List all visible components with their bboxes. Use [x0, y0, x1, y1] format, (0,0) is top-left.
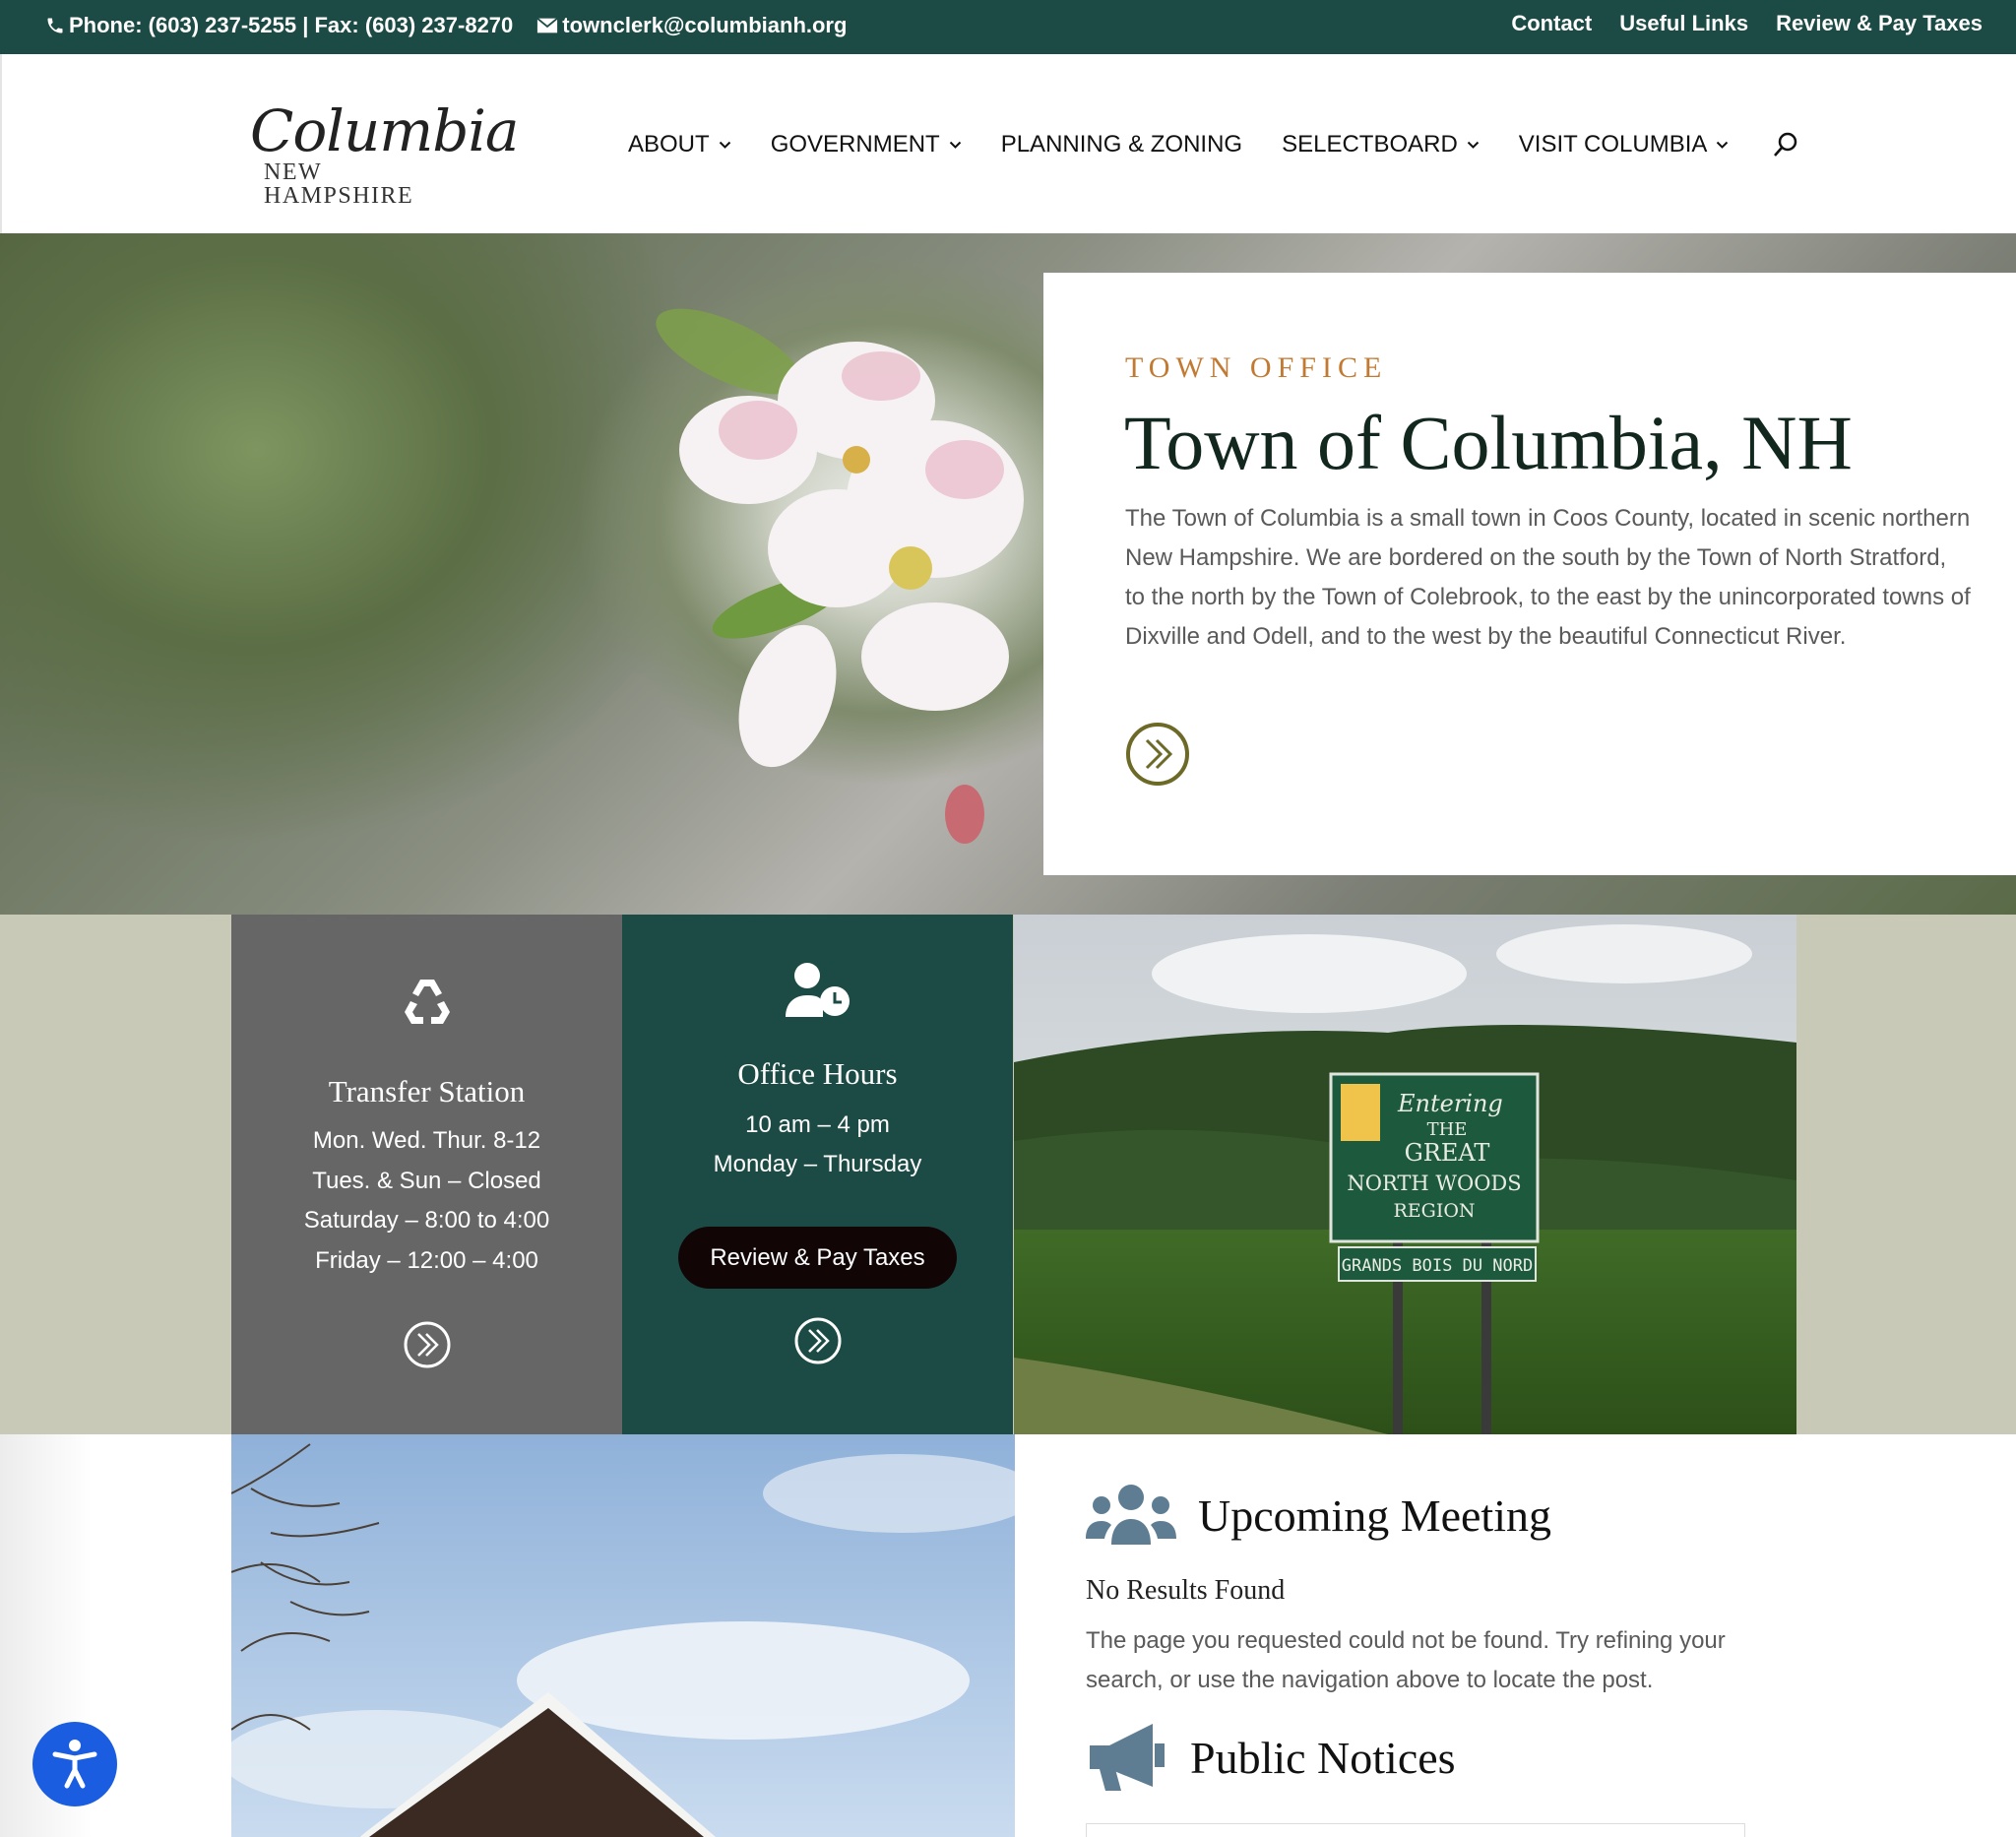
utility-links: Contact Useful Links Review & Pay Taxes [1511, 11, 1983, 36]
contact-link[interactable]: Contact [1511, 11, 1592, 36]
review-pay-taxes-link[interactable]: Review & Pay Taxes [1776, 11, 1983, 36]
top-bar: Phone: (603) 237-5255 | Fax: (603) 237-8… [0, 0, 2016, 54]
transfer-line-2: Tues. & Sun – Closed [312, 1168, 541, 1194]
public-notices-heading: Public Notices [1086, 1720, 1456, 1795]
nav-government[interactable]: GOVERNMENT [771, 131, 962, 158]
transfer-line-3: Saturday – 8:00 to 4:00 [303, 1207, 550, 1234]
north-woods-sign-photo: Entering THE GREAT NORTH WOODS REGION GR… [1014, 915, 1796, 1434]
upcoming-meeting-heading: Upcoming Meeting [1086, 1484, 1551, 1547]
phone-fax-text: Phone: (603) 237-5255 | Fax: (603) 237-8… [69, 13, 514, 37]
logo-script: Columbia [250, 97, 519, 164]
no-results-heading: No Results Found [1086, 1575, 1286, 1606]
site-header: Columbia NEW HAMPSHIRE ABOUT GOVERNMENT … [0, 54, 2016, 233]
hours-line-1: 10 am – 4 pm [745, 1111, 890, 1138]
office-hours-tile: Office Hours 10 am – 4 pm Monday – Thurs… [622, 915, 1013, 1434]
page-title: Town of Columbia, NH [1124, 400, 1853, 485]
north-woods-sign-image: Entering THE GREAT NORTH WOODS REGION GR… [1014, 915, 1796, 1434]
nav-planning-zoning[interactable]: PLANNING & ZONING [1001, 131, 1242, 158]
nav-about[interactable]: ABOUT [628, 131, 731, 158]
phone-icon [47, 18, 63, 33]
info-band: Transfer Station Mon. Wed. Thur. 8-12 Tu… [0, 915, 2016, 1434]
town-office-card: TOWN OFFICE Town of Columbia, NH The Tow… [1043, 273, 2016, 875]
chevron-down-icon [1467, 141, 1480, 149]
review-pay-taxes-button[interactable]: Review & Pay Taxes [678, 1227, 957, 1289]
double-chevron-circle-icon[interactable] [403, 1320, 452, 1369]
hero-section: TOWN OFFICE Town of Columbia, NH The Tow… [0, 233, 2016, 915]
office-hours-title: Office Hours [737, 1056, 898, 1091]
double-chevron-circle-icon[interactable] [793, 1316, 843, 1365]
email-link[interactable]: townclerk@columbianh.org [562, 13, 847, 38]
transfer-line-1: Mon. Wed. Thur. 8-12 [312, 1127, 541, 1154]
public-notices-title: Public Notices [1190, 1732, 1456, 1783]
site-logo[interactable]: Columbia NEW HAMPSHIRE [250, 97, 519, 208]
lower-section: Upcoming Meeting No Results Found The pa… [0, 1434, 2016, 1837]
user-clock-icon [785, 963, 850, 1017]
nav-selectboard-label: SELECTBOARD [1282, 131, 1458, 158]
envelope-icon [536, 17, 558, 33]
users-icon [1086, 1485, 1176, 1545]
recycle-icon-wrap [231, 974, 622, 1029]
nav-planning-label: PLANNING & ZONING [1000, 131, 1243, 158]
sign-line-4: NORTH WOODS [1347, 1172, 1521, 1195]
nav-selectboard[interactable]: SELECTBOARD [1282, 131, 1480, 158]
sign-line-5: REGION [1393, 1200, 1475, 1222]
transfer-line-4: Friday – 12:00 – 4:00 [315, 1247, 538, 1274]
main-nav: ABOUT GOVERNMENT PLANNING & ZONING SELEC… [628, 131, 1797, 158]
upcoming-meeting-title: Upcoming Meeting [1198, 1489, 1551, 1541]
transfer-go-wrap [231, 1320, 622, 1369]
public-notices-box [1086, 1823, 1745, 1837]
not-found-message: The page you requested could not be foun… [1086, 1627, 1726, 1693]
sign-line-6: GRANDS BOIS DU NORD [1342, 1256, 1533, 1276]
accessibility-button[interactable] [32, 1722, 117, 1806]
megaphone-icon [1090, 1724, 1165, 1791]
double-chevron-circle-icon[interactable] [1125, 722, 1190, 787]
town-office-eyebrow: TOWN OFFICE [1125, 351, 1388, 384]
apple-blossom-image [656, 308, 1024, 844]
user-clock-icon-wrap [622, 962, 1013, 1019]
chevron-down-icon [949, 141, 961, 149]
nav-government-label: GOVERNMENT [770, 131, 940, 158]
useful-links-link[interactable]: Useful Links [1619, 11, 1748, 36]
nav-visit-columbia[interactable]: VISIT COLUMBIA [1519, 131, 1730, 158]
nav-about-label: ABOUT [628, 131, 710, 158]
accessibility-icon [52, 1740, 97, 1789]
nav-visit-label: VISIT COLUMBIA [1518, 131, 1708, 158]
logo-subtitle: NEW HAMPSHIRE [264, 159, 414, 209]
recycle-icon [404, 980, 450, 1024]
chevron-down-icon [1717, 141, 1729, 149]
barn-photo [231, 1434, 1015, 1837]
barn-image [231, 1434, 1015, 1837]
sign-line-3: GREAT [1405, 1139, 1490, 1167]
transfer-station-title: Transfer Station [328, 1074, 526, 1109]
town-description: The Town of Columbia is a small town in … [1125, 505, 1971, 650]
sign-line-1: Entering [1397, 1090, 1503, 1117]
contact-info: Phone: (603) 237-5255 | Fax: (603) 237-8… [45, 13, 847, 38]
chevron-down-icon [719, 141, 730, 149]
transfer-station-tile: Transfer Station Mon. Wed. Thur. 8-12 Tu… [231, 915, 622, 1434]
hours-go-wrap [622, 1316, 1013, 1365]
sign-line-2: THE [1427, 1119, 1468, 1140]
search-icon[interactable] [1772, 131, 1799, 158]
hours-line-2: Monday – Thursday [713, 1151, 922, 1177]
